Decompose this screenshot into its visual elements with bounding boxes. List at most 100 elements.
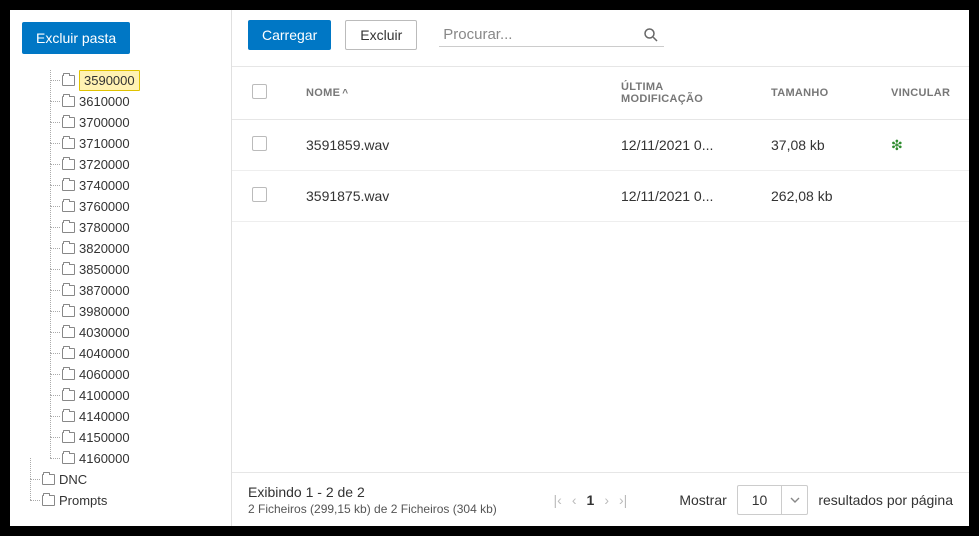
folder-tree-item[interactable]: 3760000 [62, 196, 225, 217]
app-frame: Excluir pasta 35900003610000370000037100… [10, 10, 969, 526]
folder-label: 3720000 [79, 155, 130, 175]
folder-label: 3710000 [79, 134, 130, 154]
table-row[interactable]: 3591859.wav12/11/2021 0...37,08 kb ❇ [232, 120, 969, 171]
folder-label: Prompts [59, 491, 107, 511]
page-size-value: 10 [738, 486, 782, 514]
folder-icon [62, 369, 75, 380]
folder-icon [62, 285, 75, 296]
cell-modified: 12/11/2021 0... [609, 171, 759, 222]
page-size-select[interactable]: 10 [737, 485, 809, 515]
cell-modified: 12/11/2021 0... [609, 120, 759, 171]
folder-icon [62, 138, 75, 149]
folder-tree-item[interactable]: 3780000 [62, 217, 225, 238]
col-header-name[interactable]: Nome^ [286, 67, 609, 120]
folder-tree-item[interactable]: Prompts [42, 490, 225, 511]
table-row[interactable]: 3591875.wav12/11/2021 0...262,08 kb [232, 171, 969, 222]
folder-tree-item[interactable]: 4150000 [62, 427, 225, 448]
folder-label: 3740000 [79, 176, 130, 196]
select-all-checkbox[interactable] [252, 84, 267, 99]
cell-link: ❇ [879, 120, 969, 171]
row-checkbox[interactable] [252, 136, 267, 151]
sort-asc-icon: ^ [342, 88, 348, 99]
folder-icon [62, 96, 75, 107]
pager-next-icon[interactable]: › [604, 492, 609, 508]
pager-last-icon[interactable]: ›| [619, 492, 627, 508]
cell-size: 37,08 kb [759, 120, 879, 171]
folder-tree-item[interactable]: 3980000 [62, 301, 225, 322]
folder-label: 4160000 [79, 449, 130, 469]
folder-tree-item[interactable]: 3870000 [62, 280, 225, 301]
cell-name: 3591875.wav [286, 171, 609, 222]
footer-summary: Exibindo 1 - 2 de 2 2 Ficheiros (299,15 … [248, 484, 542, 516]
folder-label: 3590000 [79, 70, 140, 91]
folder-tree-item[interactable]: 3820000 [62, 238, 225, 259]
folder-label: 3870000 [79, 281, 130, 301]
folder-label: 3980000 [79, 302, 130, 322]
folder-icon [62, 432, 75, 443]
file-table: Nome^ Última modificação Tamanho Vincula… [232, 67, 969, 222]
search-input[interactable] [443, 26, 642, 43]
col-header-size[interactable]: Tamanho [759, 67, 879, 120]
load-button[interactable]: Carregar [248, 20, 331, 50]
folder-label: 4140000 [79, 407, 130, 427]
folder-icon [62, 306, 75, 317]
folder-icon [62, 159, 75, 170]
main-panel: Carregar Excluir Nome^ [232, 10, 969, 526]
folder-tree-item[interactable]: DNC [42, 469, 225, 490]
delete-button[interactable]: Excluir [345, 20, 417, 50]
folder-icon [62, 264, 75, 275]
pager-current-page: 1 [587, 492, 595, 508]
folder-icon [62, 75, 75, 86]
folder-label: 4100000 [79, 386, 130, 406]
folder-tree-item[interactable]: 3700000 [62, 112, 225, 133]
folder-icon [62, 243, 75, 254]
folder-label: 3760000 [79, 197, 130, 217]
sidebar: Excluir pasta 35900003610000370000037100… [10, 10, 232, 526]
search-icon[interactable] [642, 26, 660, 44]
folder-tree-item[interactable]: 3710000 [62, 133, 225, 154]
folder-icon [62, 411, 75, 422]
file-table-wrap: Nome^ Última modificação Tamanho Vincula… [232, 67, 969, 472]
folder-label: 4040000 [79, 344, 130, 364]
cell-name: 3591859.wav [286, 120, 609, 171]
folder-label: 4150000 [79, 428, 130, 448]
file-summary-text: 2 Ficheiros (299,15 kb) de 2 Ficheiros (… [248, 502, 542, 516]
folder-label: 3610000 [79, 92, 130, 112]
folder-label: 3850000 [79, 260, 130, 280]
search-box [439, 24, 664, 47]
pager-first-icon[interactable]: |‹ [554, 492, 562, 508]
folder-tree-item[interactable]: 4060000 [62, 364, 225, 385]
folder-tree-item[interactable]: 4160000 [62, 448, 225, 469]
linked-icon[interactable]: ❇ [891, 137, 903, 153]
folder-icon [62, 117, 75, 128]
showing-text: Exibindo 1 - 2 de 2 [248, 484, 542, 500]
folder-icon [62, 222, 75, 233]
chevron-down-icon[interactable] [781, 486, 807, 514]
toolbar: Carregar Excluir [232, 10, 969, 67]
folder-icon [62, 390, 75, 401]
folder-tree-item[interactable]: 3850000 [62, 259, 225, 280]
col-header-name-label: Nome [306, 87, 340, 99]
show-label: Mostrar [679, 492, 726, 508]
folder-tree-item[interactable]: 4140000 [62, 406, 225, 427]
folder-tree-item[interactable]: 3740000 [62, 175, 225, 196]
folder-tree-item[interactable]: 4100000 [62, 385, 225, 406]
folder-label: 4030000 [79, 323, 130, 343]
folder-icon [42, 495, 55, 506]
row-checkbox[interactable] [252, 187, 267, 202]
col-header-modified[interactable]: Última modificação [609, 67, 759, 120]
folder-label: 3700000 [79, 113, 130, 133]
per-page-label: resultados por página [818, 492, 953, 508]
pager-prev-icon[interactable]: ‹ [572, 492, 577, 508]
folder-tree-item[interactable]: 3720000 [62, 154, 225, 175]
folder-label: 4060000 [79, 365, 130, 385]
folder-icon [62, 327, 75, 338]
folder-label: DNC [59, 470, 87, 490]
folder-tree-item[interactable]: 4030000 [62, 322, 225, 343]
folder-tree-item[interactable]: 4040000 [62, 343, 225, 364]
folder-icon [42, 474, 55, 485]
folder-tree-item[interactable]: 3590000 [62, 70, 225, 91]
delete-folder-button[interactable]: Excluir pasta [22, 22, 130, 54]
col-header-link[interactable]: Vincular [879, 67, 969, 120]
folder-tree-item[interactable]: 3610000 [62, 91, 225, 112]
